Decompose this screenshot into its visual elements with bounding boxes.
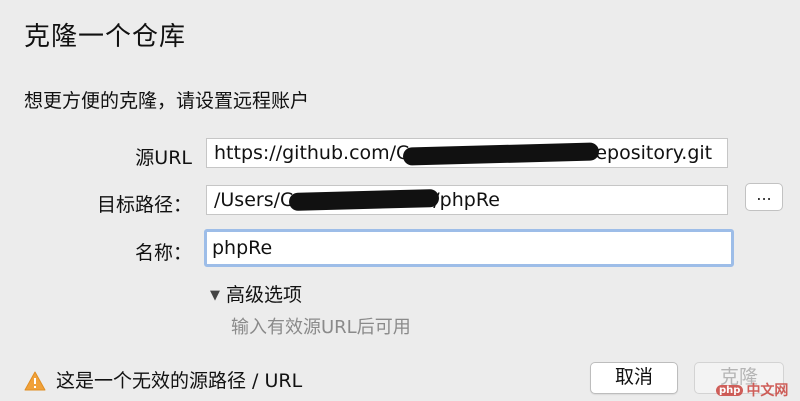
watermark-badge: php: [716, 385, 744, 396]
warning-text: 这是一个无效的源路径 / URL: [56, 370, 303, 392]
browse-button[interactable]: ...: [745, 183, 783, 211]
target-path-label: 目标路径：: [96, 194, 192, 216]
redaction-mark: [402, 142, 600, 166]
warning-icon: [24, 371, 46, 391]
name-input[interactable]: phpRe: [204, 229, 734, 267]
disclosure-triangle-icon: ▼: [210, 288, 220, 303]
cancel-button[interactable]: 取消: [590, 362, 678, 394]
source-url-label: 源URL: [135, 147, 192, 169]
advanced-options-toggle[interactable]: ▼ 高级选项: [210, 280, 302, 307]
source-url-value-start: https://github.com/C: [214, 142, 410, 164]
target-path-field[interactable]: /Users/C/phpRe: [206, 185, 728, 215]
advanced-options-label: 高级选项: [226, 284, 303, 306]
site-watermark: php 中文网: [716, 380, 788, 400]
status-warning: 这是一个无效的源路径 / URL: [24, 366, 302, 393]
redaction-mark: [288, 189, 440, 211]
watermark-text: 中文网: [746, 383, 789, 399]
advanced-options-hint: 输入有效源URL后可用: [231, 317, 411, 338]
source-url-field[interactable]: https://github.com/C epository.git: [206, 138, 728, 168]
source-url-value-end: epository.git: [595, 142, 713, 164]
target-path-value-end: /phpRe: [433, 189, 500, 211]
dialog-title: 克隆一个仓库: [24, 22, 187, 52]
dialog-subtitle: 想更方便的克隆，请设置远程账户: [24, 90, 310, 112]
target-path-value-start: /Users/C: [214, 189, 294, 211]
name-label: 名称：: [134, 242, 192, 264]
